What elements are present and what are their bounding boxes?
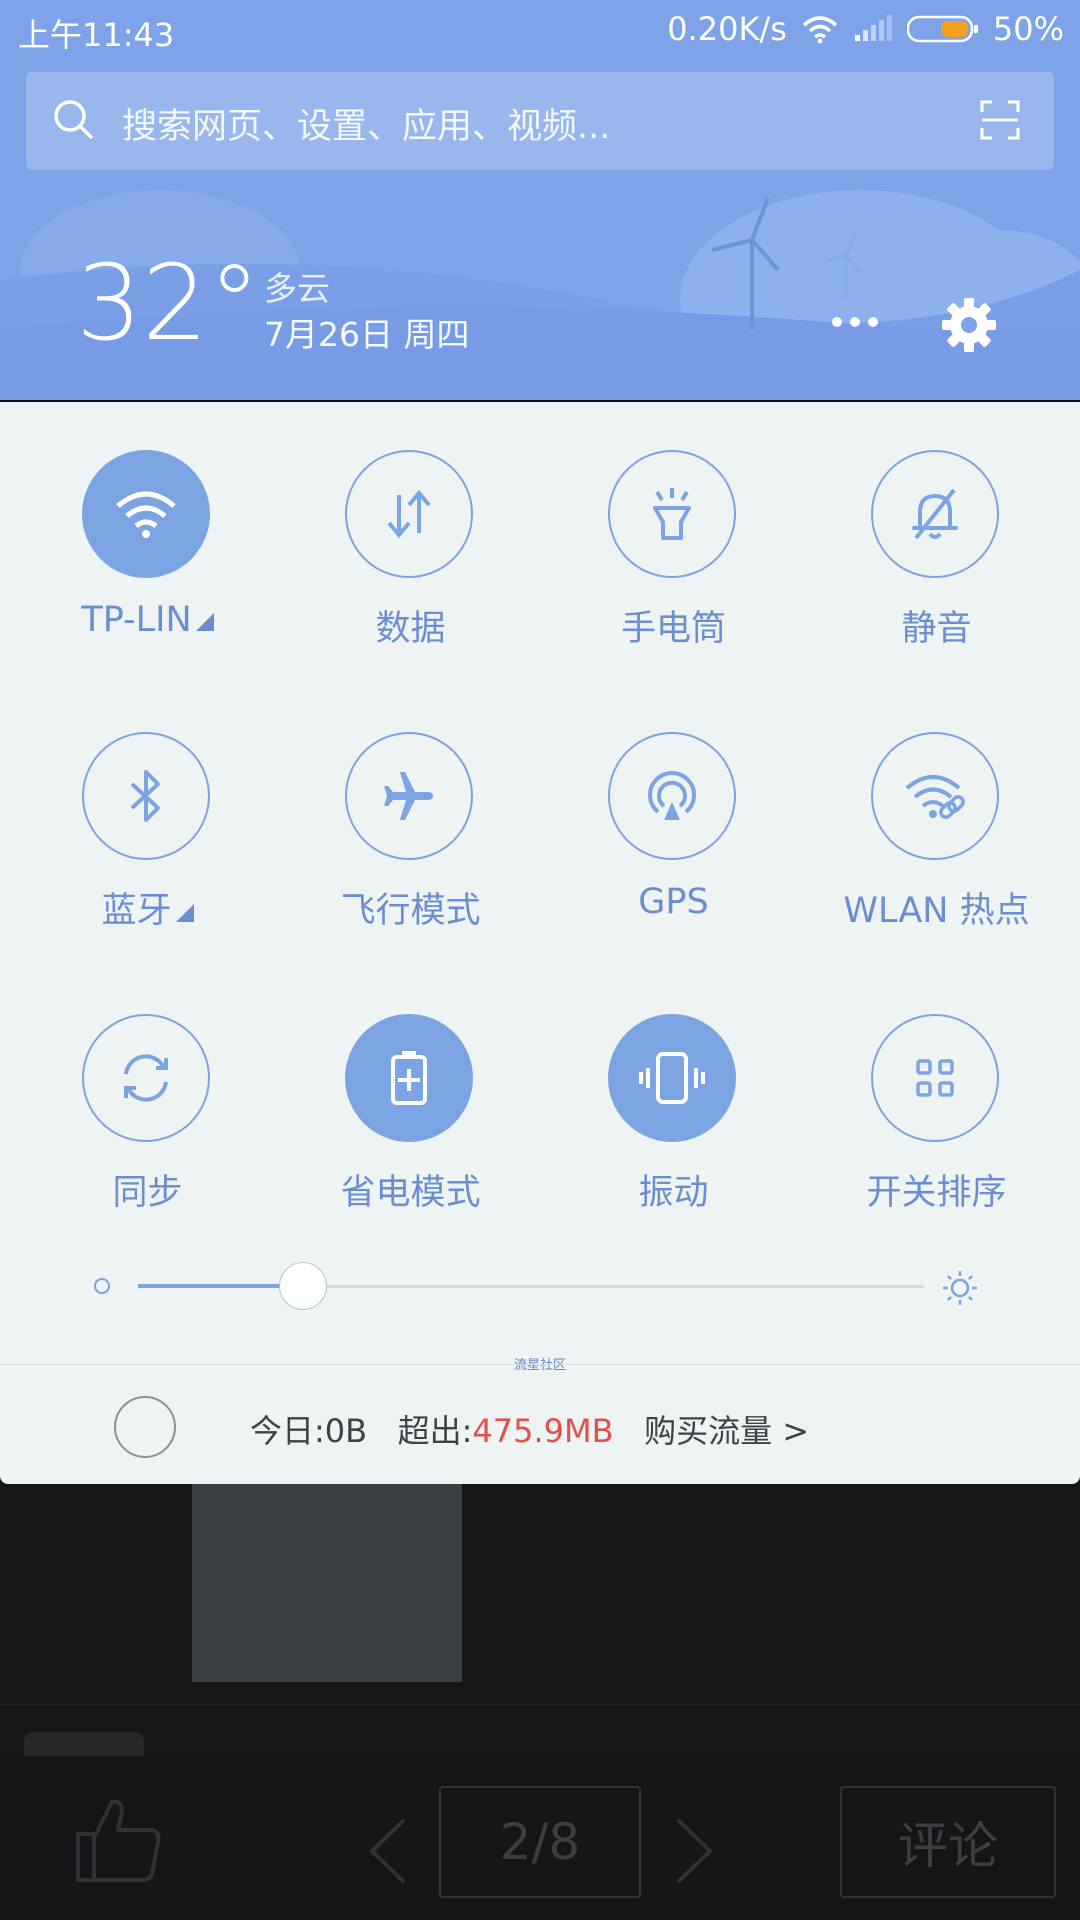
toggle-label: GPS — [638, 882, 709, 922]
gps-icon — [648, 771, 696, 820]
mute-bell-icon — [912, 488, 958, 540]
toggle-label: 振动 — [638, 1173, 709, 1213]
buy-data-link[interactable]: 购买流量 > — [644, 1412, 809, 1450]
more-icon[interactable] — [830, 310, 880, 334]
toggle-bluetooth[interactable]: 蓝牙 — [16, 732, 279, 972]
quick-settings-panel: TP-LIN 数据 手电筒 静音 蓝牙 飞行模式 GPS WLAN 热点 流星社… — [0, 402, 1080, 1484]
toggle-battery-saver[interactable]: 省电模式 — [279, 1014, 542, 1254]
brightness-high-icon — [943, 1271, 977, 1305]
vibrate-icon — [639, 1052, 705, 1104]
toggle-label: 省电模式 — [340, 1173, 481, 1213]
toggle-label: 同步 — [112, 1173, 183, 1213]
battery-icon — [906, 15, 978, 43]
hotspot-icon — [905, 775, 965, 819]
notification-header: 上午11:43 0.20K/s 50% 搜索网页、设置、应用、视频... 32°… — [0, 0, 1080, 400]
toggle-label: 静音 — [901, 609, 972, 649]
toggle-mobile-data[interactable]: 数据 — [279, 450, 542, 690]
status-time: 上午11:43 — [18, 16, 175, 54]
prev-page-icon[interactable] — [366, 1816, 410, 1886]
toggle-airplane[interactable]: 飞行模式 — [279, 732, 542, 972]
toggle-label: WLAN 热点 — [843, 891, 1030, 931]
status-right: 0.20K/s 50% — [667, 10, 1064, 48]
thumbs-up-icon[interactable] — [72, 1794, 164, 1886]
search-bar[interactable]: 搜索网页、设置、应用、视频... — [26, 72, 1054, 170]
toggle-battery-saver-circle[interactable] — [345, 1014, 473, 1142]
toggle-mute-circle[interactable] — [871, 450, 999, 578]
status-bar: 上午11:43 0.20K/s 50% — [0, 0, 1080, 60]
expand-arrow-icon — [195, 613, 214, 631]
background-bottom-bar: 2/8 评论 — [0, 1756, 1080, 1920]
toggle-label: 手电筒 — [620, 609, 726, 649]
toggle-sync-circle[interactable] — [82, 1014, 210, 1142]
comment-button[interactable]: 评论 — [840, 1786, 1056, 1898]
toggle-gps[interactable]: GPS — [542, 732, 805, 972]
toggle-bluetooth-circle[interactable] — [82, 732, 210, 860]
search-placeholder: 搜索网页、设置、应用、视频... — [122, 107, 611, 147]
wifi-icon — [802, 16, 838, 44]
weather-condition: 多云 — [264, 269, 330, 308]
toggle-mute[interactable]: 静音 — [805, 450, 1068, 690]
airplane-icon — [384, 772, 433, 820]
today-value: 0B — [324, 1412, 368, 1450]
over-value: 475.9MB — [472, 1412, 614, 1450]
search-icon — [54, 100, 94, 140]
toggle-label: 蓝牙 — [16, 882, 279, 933]
toggle-sort-circle[interactable] — [871, 1014, 999, 1142]
expand-arrow-icon — [175, 904, 194, 922]
page-indicator: 2/8 — [439, 1786, 641, 1898]
toggle-flashlight-circle[interactable] — [608, 450, 736, 578]
toggle-vibrate[interactable]: 振动 — [542, 1014, 805, 1254]
background-avatar — [24, 1732, 144, 1758]
traffic-text: 今日:0B 超出:475.9MB 购买流量 > — [250, 1406, 809, 1452]
sync-icon — [124, 1054, 168, 1102]
brightness-knob[interactable] — [279, 1262, 328, 1310]
toggle-label: 开关排序 — [866, 1173, 1007, 1213]
net-speed: 0.20K/s — [667, 10, 787, 48]
toggle-airplane-circle[interactable] — [345, 732, 473, 860]
toggle-hotspot-circle[interactable] — [871, 732, 999, 860]
traffic-ring-icon — [114, 1396, 176, 1458]
background-divider — [0, 1704, 1080, 1706]
mobile-data-icon — [387, 489, 431, 539]
wifi-icon — [116, 491, 176, 538]
signal-icon — [854, 15, 892, 41]
toggle-gps-circle[interactable] — [608, 732, 736, 860]
toggle-hotspot[interactable]: WLAN 热点 — [805, 732, 1068, 972]
toggle-vibrate-circle[interactable] — [608, 1014, 736, 1142]
toggle-label: 飞行模式 — [340, 891, 481, 931]
over-label: 超出: — [397, 1412, 473, 1450]
toggle-wifi[interactable]: TP-LIN — [16, 450, 279, 690]
background-thumbnail — [192, 1484, 462, 1682]
grid-icon — [916, 1059, 954, 1097]
next-page-icon[interactable] — [672, 1816, 716, 1886]
battery-percent: 50% — [992, 10, 1064, 48]
settings-gear-icon[interactable] — [940, 296, 998, 354]
toggle-wifi-circle[interactable] — [82, 450, 210, 578]
toggle-sort[interactable]: 开关排序 — [805, 1014, 1068, 1254]
today-label: 今日: — [250, 1412, 325, 1450]
temperature: 32° — [76, 242, 261, 364]
weather-date: 7月26日 周四 — [264, 315, 470, 354]
battery-saver-icon — [391, 1051, 427, 1105]
bluetooth-icon — [130, 770, 160, 822]
data-traffic-row[interactable]: 今日:0B 超出:475.9MB 购买流量 > — [0, 1366, 1080, 1484]
brightness-low-icon — [94, 1278, 110, 1294]
toggle-flashlight[interactable]: 手电筒 — [542, 450, 805, 690]
toggle-label: 数据 — [375, 609, 446, 649]
panel-divider — [0, 1364, 1080, 1365]
brightness-slider[interactable] — [94, 1262, 994, 1312]
flashlight-icon — [653, 488, 691, 540]
toggle-data-circle[interactable] — [345, 450, 473, 578]
toggle-label: TP-LIN — [16, 600, 279, 640]
scan-icon[interactable] — [980, 100, 1020, 140]
toggle-sync[interactable]: 同步 — [16, 1014, 279, 1254]
